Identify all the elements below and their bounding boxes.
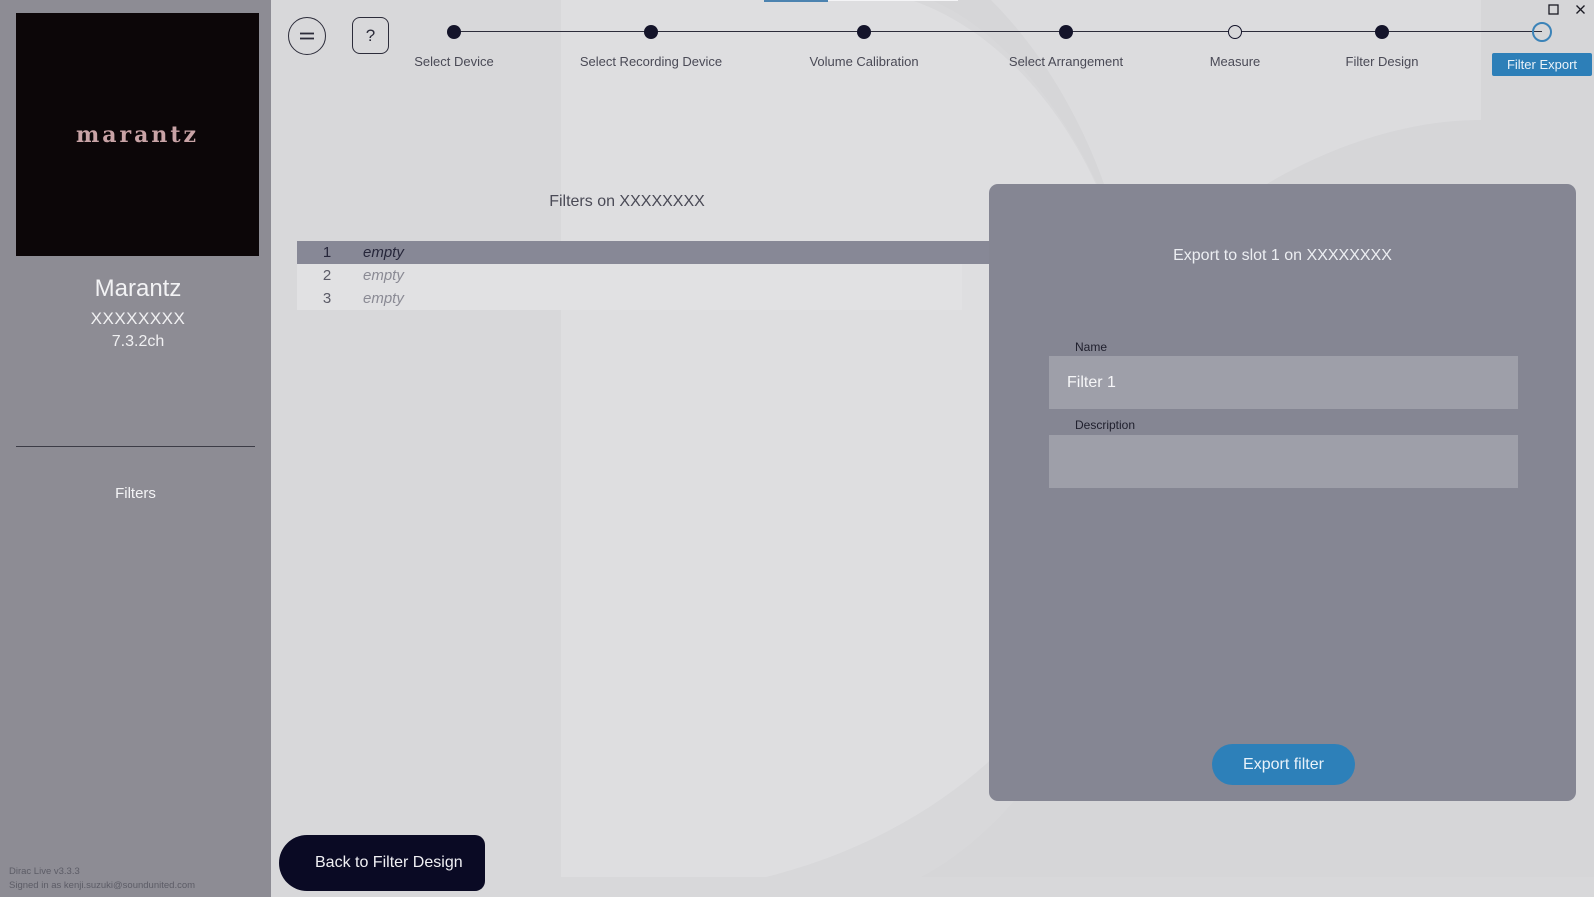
slot-name: empty [363,267,404,284]
name-field-label: Name [1075,340,1108,354]
step-label: Select Device [414,54,494,69]
sidebar-item-filters[interactable]: Filters [0,485,271,502]
step-dot-active [1532,22,1552,42]
filters-list-title: Filters on XXXXXXXX [549,193,705,210]
step-label: Volume Calibration [809,54,919,69]
step-dot [857,25,871,39]
slot-name: empty [363,244,404,261]
step-volume-calibration[interactable]: Volume Calibration [789,0,939,80]
brand-logo-text: marantz [75,121,200,148]
step-filter-export[interactable]: Filter Export [1467,0,1594,80]
filter-slot-row[interactable]: 2 empty [297,264,962,287]
filter-name-input[interactable] [1049,356,1518,409]
step-select-recording-device[interactable]: Select Recording Device [576,0,726,80]
device-brand: Marantz [94,275,182,302]
step-dot [1228,25,1242,39]
step-label: Measure [1209,54,1261,69]
filter-description-input[interactable] [1049,435,1518,488]
sidebar-divider [16,446,255,447]
slot-number: 3 [322,290,332,307]
step-dot [1375,25,1389,39]
step-label: Filter Export [1492,53,1592,76]
brand-logo: marantz [16,13,259,256]
device-channels: 7.3.2ch [111,333,165,350]
signed-in-user: Signed in as kenji.suzuki@soundunited.co… [9,880,196,891]
device-model: XXXXXXXX [90,309,186,328]
step-select-device[interactable]: Select Device [379,0,529,80]
menu-icon [300,32,314,40]
app-version: Dirac Live v3.3.3 [9,866,80,877]
filter-slot-row[interactable]: 1 empty [297,241,992,264]
slot-number: 2 [322,267,332,284]
menu-button[interactable] [288,17,326,55]
slot-name: empty [363,290,404,307]
step-label: Select Recording Device [579,54,723,69]
filter-slot-row[interactable]: 3 empty [297,287,962,310]
step-measure[interactable]: Measure [1160,0,1310,80]
back-to-filter-design-button[interactable]: Back to Filter Design [279,835,485,891]
export-panel-title: Export to slot 1 on XXXXXXXX [1173,247,1392,264]
export-filter-button[interactable]: Export filter [1212,744,1355,785]
slot-number: 1 [322,244,332,261]
app-window: marantz Marantz XXXXXXXX 7.3.2ch Filters… [0,0,1594,897]
step-dot [447,25,461,39]
description-field-label: Description [1075,418,1136,432]
step-dot [1059,25,1073,39]
step-filter-design[interactable]: Filter Design [1307,0,1457,80]
step-label: Filter Design [1345,54,1419,69]
step-label: Select Arrangement [1008,54,1124,69]
export-panel: Export to slot 1 on XXXXXXXX Name Descri… [989,184,1576,801]
step-select-arrangement[interactable]: Select Arrangement [991,0,1141,80]
step-dot [644,25,658,39]
sidebar: marantz Marantz XXXXXXXX 7.3.2ch Filters… [0,0,271,897]
